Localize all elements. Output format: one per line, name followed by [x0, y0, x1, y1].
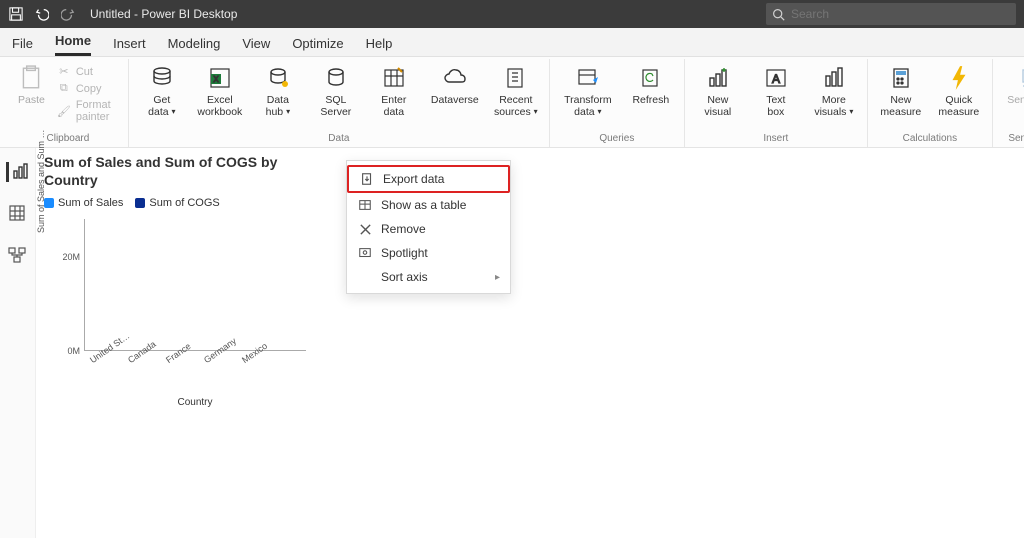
redo-icon[interactable] [60, 6, 76, 22]
group-label-insert: Insert [695, 133, 857, 147]
export-icon [359, 172, 375, 186]
tab-file[interactable]: File [12, 31, 33, 56]
new-measure-button[interactable]: New measure [878, 63, 924, 118]
x-axis-title: Country [84, 397, 306, 408]
menubar: File Home Insert Modeling View Optimize … [0, 28, 1024, 57]
window-title: Untitled - Power BI Desktop [90, 7, 237, 21]
new-visual-button[interactable]: New visual [695, 63, 741, 118]
ctx-remove[interactable]: Remove [347, 217, 510, 241]
y-axis-label: Sum of Sales and Sum … [36, 129, 46, 233]
canvas[interactable]: Sum of Sales and Sum of COGS by Country … [36, 148, 1024, 538]
group-label-sensitivity: Sensitivity [1003, 133, 1024, 147]
context-menu: Export data Show as a table Remove Spotl… [346, 160, 511, 294]
recent-sources-button[interactable]: Recent sources ▾ [493, 63, 539, 118]
more-visuals-button[interactable]: More visuals ▾ [811, 63, 857, 118]
y-axis: 20M 0M [44, 219, 84, 351]
spotlight-icon [357, 246, 373, 260]
format-painter-button[interactable]: 🖌Format painter [57, 99, 118, 123]
titlebar: Untitled - Power BI Desktop [0, 0, 1024, 28]
clipboard-small-actions: ✂Cut ⧉Copy 🖌Format painter [57, 65, 118, 123]
rail-data-icon[interactable] [8, 204, 28, 224]
rail-report-icon[interactable] [6, 162, 26, 182]
chevron-right-icon: ▸ [495, 272, 500, 283]
group-sensitivity: Sensitivity▾ Sensitivity [993, 59, 1024, 147]
search-icon [772, 8, 785, 21]
group-label-calculations: Calculations [878, 133, 982, 147]
quick-measure-button[interactable]: Quick measure [936, 63, 982, 118]
sql-server-button[interactable]: SQL Server [313, 63, 359, 118]
transform-data-button[interactable]: Transform data ▾ [560, 63, 616, 118]
ctx-label: Export data [383, 172, 444, 186]
ctx-label: Sort axis [381, 270, 428, 284]
table-icon [357, 198, 373, 212]
data-hub-button[interactable]: Data hub ▾ [255, 63, 301, 118]
text-box-button[interactable]: AText box [753, 63, 799, 118]
chart-title: Sum of Sales and Sum of COGS by Country [44, 154, 304, 189]
ctx-export-data[interactable]: Export data [347, 165, 510, 193]
group-clipboard: Paste ✂Cut ⧉Copy 🖌Format painter Clipboa… [8, 59, 129, 147]
ctx-label: Show as a table [381, 198, 466, 212]
group-queries: Transform data ▾ Refresh Queries [550, 59, 685, 147]
undo-icon[interactable] [34, 6, 50, 22]
dataverse-button[interactable]: Dataverse [429, 63, 481, 107]
enter-data-button[interactable]: Enter data [371, 63, 417, 118]
y-tick: 0M [67, 346, 80, 356]
legend-swatch-cogs [135, 198, 145, 208]
group-data: Get data ▾ XExcel workbook Data hub ▾ SQ… [129, 59, 550, 147]
ctx-show-as-table[interactable]: Show as a table [347, 193, 510, 217]
svg-text:A: A [772, 72, 780, 86]
group-label-queries: Queries [560, 133, 674, 147]
copy-button[interactable]: ⧉Copy [57, 82, 118, 95]
legend-label-cogs: Sum of COGS [149, 197, 219, 209]
paste-button[interactable]: Paste [18, 63, 45, 107]
tab-modeling[interactable]: Modeling [168, 31, 221, 56]
group-label-clipboard: Clipboard [18, 133, 118, 147]
ctx-label: Remove [381, 222, 426, 236]
excel-button[interactable]: XExcel workbook [197, 63, 243, 118]
x-axis-labels: United St…CanadaFranceGermanyMexico [84, 351, 306, 367]
rail-model-icon[interactable] [8, 246, 28, 266]
search-input[interactable] [791, 7, 1010, 21]
sensitivity-button[interactable]: Sensitivity▾ [1003, 63, 1024, 118]
group-calculations: New measure Quick measure Calculations [868, 59, 993, 147]
view-rail [0, 148, 36, 538]
y-tick: 20M [62, 252, 80, 262]
tab-optimize[interactable]: Optimize [292, 31, 343, 56]
group-insert: New visual AText box More visuals ▾ Inse… [685, 59, 868, 147]
svg-text:X: X [213, 75, 219, 84]
chart[interactable]: Sum of Sales and Sum … 20M 0M United St…… [44, 219, 306, 408]
ctx-sort-axis[interactable]: Sort axis ▸ [347, 265, 510, 289]
bars-area [84, 219, 306, 351]
get-data-button[interactable]: Get data ▾ [139, 63, 185, 118]
ribbon: Paste ✂Cut ⧉Copy 🖌Format painter Clipboa… [0, 57, 1024, 148]
cut-button[interactable]: ✂Cut [57, 65, 118, 78]
ctx-label: Spotlight [381, 246, 428, 260]
group-label-data: Data [139, 133, 539, 147]
tab-help[interactable]: Help [366, 31, 393, 56]
ctx-spotlight[interactable]: Spotlight [347, 241, 510, 265]
remove-icon [357, 223, 373, 236]
search-box[interactable] [766, 3, 1016, 25]
tab-view[interactable]: View [242, 31, 270, 56]
refresh-button[interactable]: Refresh [628, 63, 674, 107]
tab-home[interactable]: Home [55, 28, 91, 56]
tab-insert[interactable]: Insert [113, 31, 146, 56]
chart-legend: Sum of Sales Sum of COGS [44, 197, 1016, 209]
save-icon[interactable] [8, 6, 24, 22]
legend-label-sales: Sum of Sales [58, 197, 123, 209]
